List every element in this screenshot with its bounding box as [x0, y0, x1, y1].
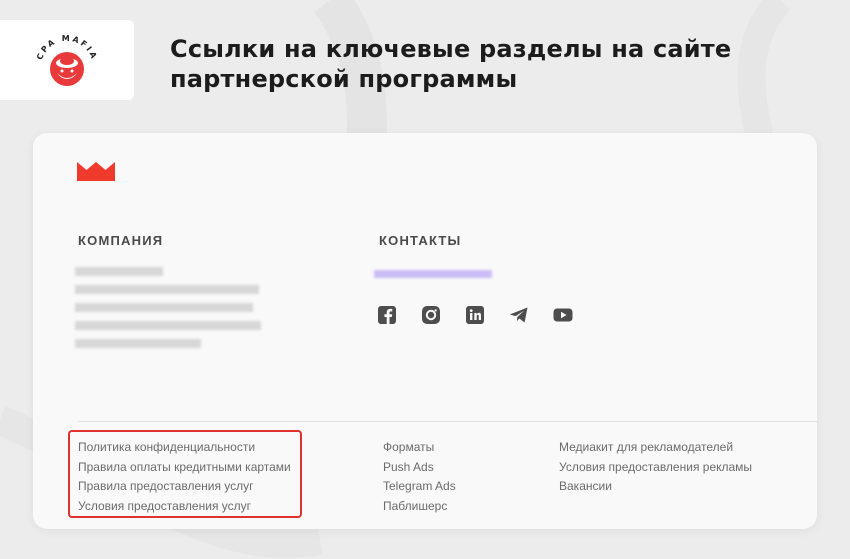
products-links-column: Форматы Push Ads Telegram Ads Паблишерс	[383, 441, 456, 519]
telegram-icon[interactable]	[509, 305, 529, 325]
instagram-icon[interactable]	[421, 305, 441, 325]
company-section-title: КОМПАНИЯ	[78, 233, 164, 248]
cpa-mafia-logo-mark: CPA MAFIA	[35, 34, 97, 86]
youtube-icon[interactable]	[553, 305, 573, 325]
linkedin-icon[interactable]	[465, 305, 485, 325]
link-push-ads[interactable]: Push Ads	[383, 460, 456, 474]
link-vacancies[interactable]: Вакансии	[559, 480, 752, 493]
site-footer-card: КОМПАНИЯ КОНТАКТЫ Политика конфиденциаль…	[33, 133, 817, 529]
legal-links-highlight-box	[68, 430, 302, 518]
link-formats[interactable]: Форматы	[383, 441, 456, 454]
advertisers-links-column: Медиакит для рекламодателей Условия пред…	[559, 441, 752, 500]
cpa-mafia-logo: CPA MAFIA	[0, 20, 134, 100]
facebook-icon[interactable]	[377, 305, 397, 325]
link-telegram-ads[interactable]: Telegram Ads	[383, 480, 456, 493]
footer-divider	[78, 421, 817, 422]
page-headline: Ссылки на ключевые разделы на сайте парт…	[170, 35, 732, 93]
contact-email-blurred[interactable]	[374, 270, 492, 278]
social-links	[377, 305, 573, 325]
link-publishers[interactable]: Паблишерс	[383, 499, 456, 513]
link-media-kit[interactable]: Медиакит для рекламодателей	[559, 441, 752, 454]
crown-logo-icon[interactable]	[77, 162, 115, 181]
contacts-section-title: КОНТАКТЫ	[379, 233, 462, 248]
link-ad-terms[interactable]: Условия предоставления рекламы	[559, 460, 752, 474]
company-details-blurred	[75, 267, 261, 357]
